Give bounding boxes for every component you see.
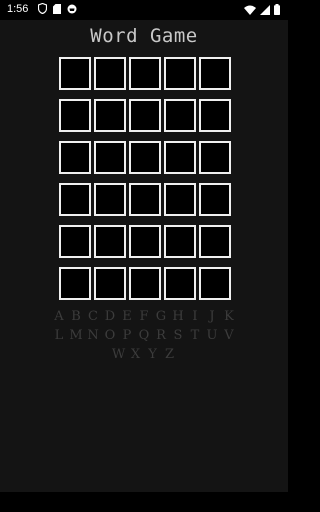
letter-cell[interactable] <box>94 183 126 216</box>
letter-cell[interactable] <box>199 267 231 300</box>
letter-cell[interactable] <box>59 267 91 300</box>
key-e[interactable]: E <box>119 307 136 326</box>
letter-cell[interactable] <box>129 267 161 300</box>
key-q[interactable]: Q <box>136 326 153 345</box>
grid-row <box>59 267 233 300</box>
system-icons <box>244 4 280 15</box>
key-i[interactable]: I <box>187 307 204 326</box>
key-c[interactable]: C <box>85 307 102 326</box>
key-h[interactable]: H <box>170 307 187 326</box>
letter-cell[interactable] <box>164 57 196 90</box>
battery-icon <box>274 4 280 15</box>
word-grid <box>59 57 233 309</box>
key-n[interactable]: N <box>85 326 102 345</box>
sd-card-icon <box>53 3 61 14</box>
key-v[interactable]: V <box>221 326 238 345</box>
navigation-bar <box>0 492 288 512</box>
letter-cell[interactable] <box>164 183 196 216</box>
letter-cell[interactable] <box>59 141 91 174</box>
signal-icon <box>260 4 270 15</box>
key-m[interactable]: M <box>68 326 85 345</box>
letter-cell[interactable] <box>94 267 126 300</box>
keyboard-row: LMNOPQRSTUV <box>0 326 288 345</box>
letter-cell[interactable] <box>129 225 161 258</box>
key-p[interactable]: P <box>119 326 136 345</box>
letter-cell[interactable] <box>59 225 91 258</box>
wifi-icon <box>244 5 256 15</box>
key-b[interactable]: B <box>68 307 85 326</box>
key-w[interactable]: W <box>110 345 127 364</box>
letter-cell[interactable] <box>94 225 126 258</box>
key-o[interactable]: O <box>102 326 119 345</box>
letter-cell[interactable] <box>164 225 196 258</box>
grid-row <box>59 225 233 258</box>
letter-cell[interactable] <box>94 99 126 132</box>
key-s[interactable]: S <box>170 326 187 345</box>
key-a[interactable]: A <box>51 307 68 326</box>
letter-cell[interactable] <box>129 183 161 216</box>
letter-cell[interactable] <box>164 141 196 174</box>
key-t[interactable]: T <box>187 326 204 345</box>
key-l[interactable]: L <box>51 326 68 345</box>
letter-cell[interactable] <box>94 141 126 174</box>
key-j[interactable]: J <box>204 307 221 326</box>
keyboard-row: ABCDEFGHIJK <box>0 307 288 326</box>
key-d[interactable]: D <box>102 307 119 326</box>
notification-icons <box>38 3 77 14</box>
letter-cell[interactable] <box>59 99 91 132</box>
app-notification-icon <box>67 4 77 13</box>
status-bar: 1:56 <box>0 0 288 20</box>
shield-icon <box>38 3 47 14</box>
key-k[interactable]: K <box>221 307 238 326</box>
key-y[interactable]: Y <box>144 345 161 364</box>
letter-cell[interactable] <box>164 99 196 132</box>
letter-cell[interactable] <box>199 57 231 90</box>
grid-row <box>59 183 233 216</box>
page-title: Word Game <box>90 25 198 47</box>
key-z[interactable]: Z <box>161 345 178 364</box>
key-x[interactable]: X <box>127 345 144 364</box>
app-screen: Word Game ABCDEFGHIJKLMNOPQRSTUVWXYZ <box>0 20 288 492</box>
letter-cell[interactable] <box>199 141 231 174</box>
letter-cell[interactable] <box>59 57 91 90</box>
letter-cell[interactable] <box>199 183 231 216</box>
keyboard-row: WXYZ <box>0 345 288 364</box>
letter-cell[interactable] <box>129 57 161 90</box>
letter-cell[interactable] <box>129 99 161 132</box>
letter-keyboard: ABCDEFGHIJKLMNOPQRSTUVWXYZ <box>0 307 288 364</box>
letter-cell[interactable] <box>164 267 196 300</box>
letter-cell[interactable] <box>94 57 126 90</box>
grid-row <box>59 99 233 132</box>
letter-cell[interactable] <box>129 141 161 174</box>
key-u[interactable]: U <box>204 326 221 345</box>
key-r[interactable]: R <box>153 326 170 345</box>
key-g[interactable]: G <box>153 307 170 326</box>
key-f[interactable]: F <box>136 307 153 326</box>
grid-row <box>59 141 233 174</box>
grid-row <box>59 57 233 90</box>
letter-cell[interactable] <box>199 99 231 132</box>
letter-cell[interactable] <box>199 225 231 258</box>
letter-cell[interactable] <box>59 183 91 216</box>
status-time: 1:56 <box>7 3 29 15</box>
